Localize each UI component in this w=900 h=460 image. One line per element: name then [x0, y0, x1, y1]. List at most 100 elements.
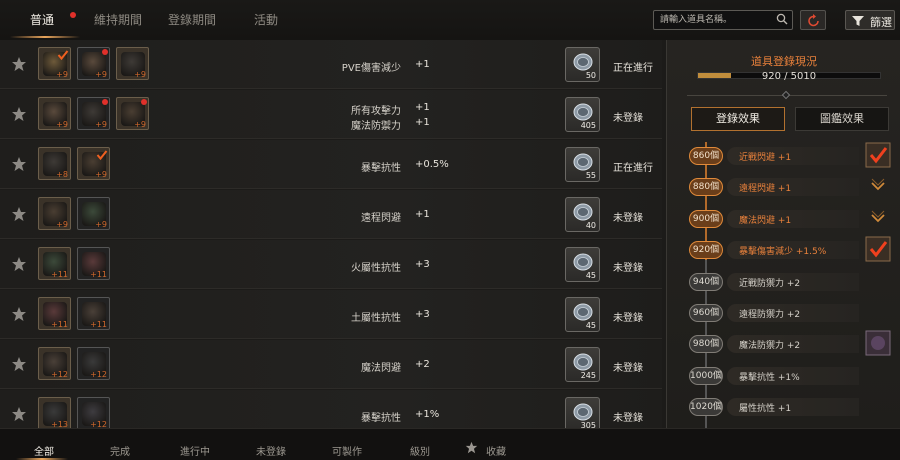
stat-name: 暴擊抗性 [361, 413, 401, 424]
search-input[interactable] [654, 11, 774, 29]
filter-unregistered[interactable]: 未登錄 [256, 443, 286, 458]
coin-count: 45 [585, 271, 596, 280]
collection-coin[interactable]: 245 [565, 347, 600, 382]
item-slot[interactable]: +9 [77, 47, 110, 80]
item-slot[interactable]: +9 [77, 197, 110, 230]
collection-coin[interactable]: 50 [565, 47, 600, 82]
collection-coin[interactable]: 405 [565, 97, 600, 132]
item-slot[interactable]: +12 [77, 347, 110, 380]
filter-all[interactable]: 全部 [34, 443, 54, 458]
tier-count-badge: 860個 [689, 147, 723, 165]
favorite-star-icon[interactable] [11, 406, 27, 422]
tab-register-period[interactable]: 登錄期間 [168, 11, 216, 28]
tab-normal[interactable]: 普通 [30, 11, 54, 28]
item-slot[interactable]: +11 [38, 247, 71, 280]
filter-craftable[interactable]: 可製作 [332, 443, 362, 458]
coin-icon [573, 103, 593, 121]
item-slot[interactable]: +13 [38, 397, 71, 428]
collection-list: +9 +9 +9 PVE傷害減少 +1 50 正在進行 +9 +9 +9 所有攻擊力 +1 魔法防禦力 +… [0, 40, 662, 428]
tab-maintain-period[interactable]: 維持期間 [94, 11, 142, 28]
chevron-down-icon [871, 179, 885, 191]
tier-effect-label: 近戰閃避 +1 [739, 153, 792, 163]
enhance-level: +11 [51, 320, 68, 329]
reset-button[interactable] [800, 10, 826, 30]
favorite-star-icon[interactable] [11, 56, 27, 72]
item-slot[interactable]: +9 [38, 47, 71, 80]
collection-row[interactable]: +11 +11 土屬性抗性 +3 45 未登錄 [0, 290, 662, 339]
item-slot[interactable]: +12 [38, 347, 71, 380]
stat-name: 魔法閃避 [361, 363, 401, 374]
enhance-level: +9 [95, 220, 107, 229]
search-icon[interactable] [776, 13, 788, 25]
favorite-star-icon[interactable] [11, 156, 27, 172]
stat-name: 火屬性抗性 [351, 263, 401, 274]
collection-row[interactable]: +8 +9 暴擊抗性 +0.5% 55 正在進行 [0, 140, 662, 189]
collection-coin[interactable]: 40 [565, 197, 600, 232]
effect-tier: 860個 近戰閃避 +1 [689, 142, 895, 168]
enhance-level: +9 [95, 120, 107, 129]
collection-row[interactable]: +9 +9 遠程閃避 +1 40 未登錄 [0, 190, 662, 239]
item-slot[interactable]: +9 [38, 97, 71, 130]
top-navigation: 普通 維持期間 登錄期間 活動 篩選 [0, 0, 900, 40]
coin-count: 50 [585, 71, 596, 80]
favorite-star-icon[interactable] [11, 256, 27, 272]
collection-row[interactable]: +12 +12 魔法閃避 +2 245 未登錄 [0, 340, 662, 389]
collection-row[interactable]: +9 +9 +9 所有攻擊力 +1 魔法防禦力 +1 405 未登錄 [0, 90, 662, 139]
collection-row[interactable]: +11 +11 火屬性抗性 +3 45 未登錄 [0, 240, 662, 289]
collection-coin[interactable]: 305 [565, 397, 600, 428]
effect-tier: 940個 近戰防禦力 +2 [689, 271, 895, 293]
collection-coin[interactable]: 55 [565, 147, 600, 182]
enhance-level: +11 [90, 320, 107, 329]
tab-event[interactable]: 活動 [254, 11, 278, 28]
enhance-level: +9 [95, 170, 107, 179]
filter-in-progress[interactable]: 進行中 [180, 443, 210, 458]
stat-value: +2 [415, 359, 430, 370]
registration-status-panel: 道具登錄現況 920 / 5010 登錄效果 圖鑑效果 860個 近戰閃避 +1 8… [666, 40, 900, 428]
item-slot[interactable]: +11 [38, 297, 71, 330]
enhance-level: +13 [51, 420, 68, 428]
enhance-level: +9 [56, 220, 68, 229]
item-slot[interactable]: +9 [77, 147, 110, 180]
favorite-star-icon[interactable] [11, 356, 27, 372]
item-slot[interactable]: +9 [77, 97, 110, 130]
item-slot[interactable]: +12 [77, 397, 110, 428]
enhance-level: +12 [90, 420, 107, 428]
collection-coin[interactable]: 45 [565, 297, 600, 332]
favorite-star-icon[interactable] [11, 306, 27, 322]
coin-icon [573, 203, 593, 221]
effect-tier: 1000個 暴擊抗性 +1% [689, 365, 895, 387]
registration-status: 未登錄 [613, 313, 643, 324]
item-slot[interactable]: +11 [77, 247, 110, 280]
item-slot[interactable]: +11 [77, 297, 110, 330]
enhance-level: +12 [90, 370, 107, 379]
collection-coin[interactable]: 45 [565, 247, 600, 282]
filter-favorites[interactable]: 收藏 [486, 443, 506, 458]
collection-row[interactable]: +9 +9 +9 PVE傷害減少 +1 50 正在進行 [0, 40, 662, 89]
item-slot[interactable]: +9 [116, 47, 149, 80]
stat-name: 所有攻擊力 [351, 106, 401, 117]
item-slot[interactable]: +8 [38, 147, 71, 180]
registration-status: 未登錄 [613, 113, 643, 124]
notification-dot [70, 12, 76, 18]
enhance-level: +9 [95, 70, 107, 79]
favorite-star-icon[interactable] [11, 206, 27, 222]
favorite-star-icon[interactable] [11, 106, 27, 122]
notification-dot [141, 99, 147, 105]
filter-level[interactable]: 級別 [410, 443, 430, 458]
collection-row[interactable]: +13 +12 暴擊抗性 +1% 305 未登錄 [0, 390, 662, 428]
reward-item-icon[interactable] [865, 330, 891, 356]
stat-name: 暴擊抗性 [361, 163, 401, 174]
tab-registration-effect[interactable]: 登錄效果 [691, 107, 785, 131]
coin-count: 305 [580, 421, 596, 428]
registration-status: 正在進行 [613, 63, 653, 74]
tier-count-badge: 940個 [689, 272, 723, 291]
item-slot[interactable]: +9 [116, 97, 149, 130]
active-tab-indicator [10, 36, 80, 38]
filter-button[interactable]: 篩選 [845, 10, 895, 30]
enhance-level: +9 [56, 70, 68, 79]
item-slot[interactable]: +9 [38, 197, 71, 230]
tab-codex-effect[interactable]: 圖鑑效果 [795, 107, 889, 131]
stat-value: +3 [415, 259, 430, 270]
checkmark-icon [57, 50, 69, 61]
filter-complete[interactable]: 完成 [110, 443, 130, 458]
